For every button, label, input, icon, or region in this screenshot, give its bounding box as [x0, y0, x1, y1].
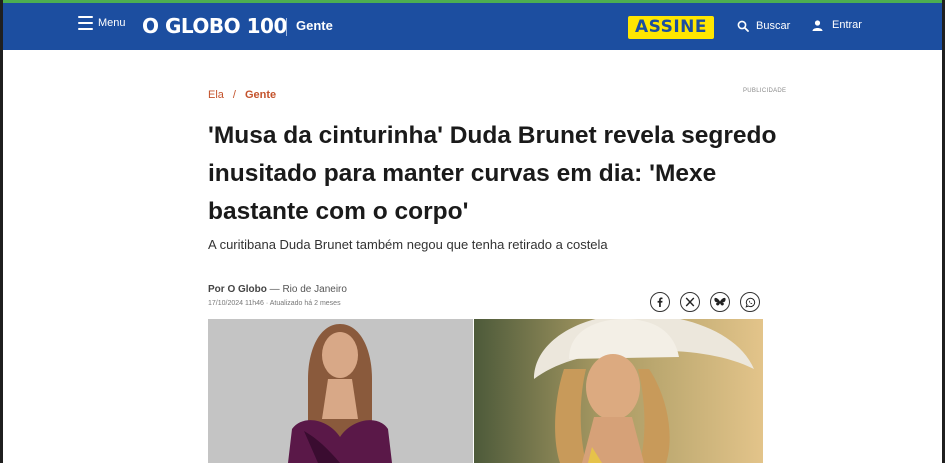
share-whatsapp-button[interactable] [740, 292, 760, 312]
article-headline: 'Musa da cinturinha' Duda Brunet revela … [208, 122, 777, 225]
photo-left-image [208, 319, 473, 463]
breadcrumb-parent[interactable]: Ela [208, 89, 224, 101]
menu-button[interactable]: Menu [78, 16, 126, 30]
article-byline: Por O Globo — Rio de Janeiro [208, 284, 347, 295]
breadcrumb: Ela / Gente [208, 89, 276, 101]
author-name[interactable]: Por O Globo [208, 284, 267, 295]
publish-date: 17/10/2024 11h46 · Atualizado há 2 meses [208, 300, 341, 307]
top-navigation-bar: Menu O GLOBO 100 Gente ASSINE Buscar Ent… [3, 0, 942, 50]
facebook-icon [657, 297, 663, 307]
breadcrumb-current[interactable]: Gente [245, 89, 276, 101]
user-icon [812, 19, 823, 31]
section-link[interactable]: Gente [296, 18, 333, 33]
article-subheadline: A curitibana Duda Brunet também negou qu… [208, 237, 608, 252]
share-buttons [650, 292, 760, 312]
menu-label: Menu [98, 17, 126, 29]
search-icon [737, 20, 749, 32]
ad-label: PUBLICIDADE [743, 88, 787, 94]
share-x-button[interactable] [680, 292, 700, 312]
logo-divider [286, 18, 287, 36]
breadcrumb-separator: / [232, 89, 236, 101]
site-logo[interactable]: O GLOBO 100 [142, 14, 287, 38]
article-photo-left[interactable] [208, 319, 473, 463]
search-label: Buscar [756, 20, 791, 32]
hamburger-icon [78, 16, 93, 30]
share-bluesky-button[interactable] [710, 292, 730, 312]
bluesky-icon [714, 297, 726, 306]
x-icon [685, 297, 695, 307]
photo-right-image [474, 319, 763, 463]
subscribe-button[interactable]: ASSINE [628, 16, 714, 39]
share-facebook-button[interactable] [650, 292, 670, 312]
search-button[interactable]: Buscar [737, 20, 790, 32]
login-label: Entrar [832, 19, 862, 31]
whatsapp-icon [745, 297, 755, 308]
page-frame: Menu O GLOBO 100 Gente ASSINE Buscar Ent… [0, 0, 945, 463]
location: — Rio de Janeiro [269, 284, 347, 295]
login-button[interactable]: Entrar [812, 19, 862, 31]
article-photo-right[interactable] [474, 319, 763, 463]
